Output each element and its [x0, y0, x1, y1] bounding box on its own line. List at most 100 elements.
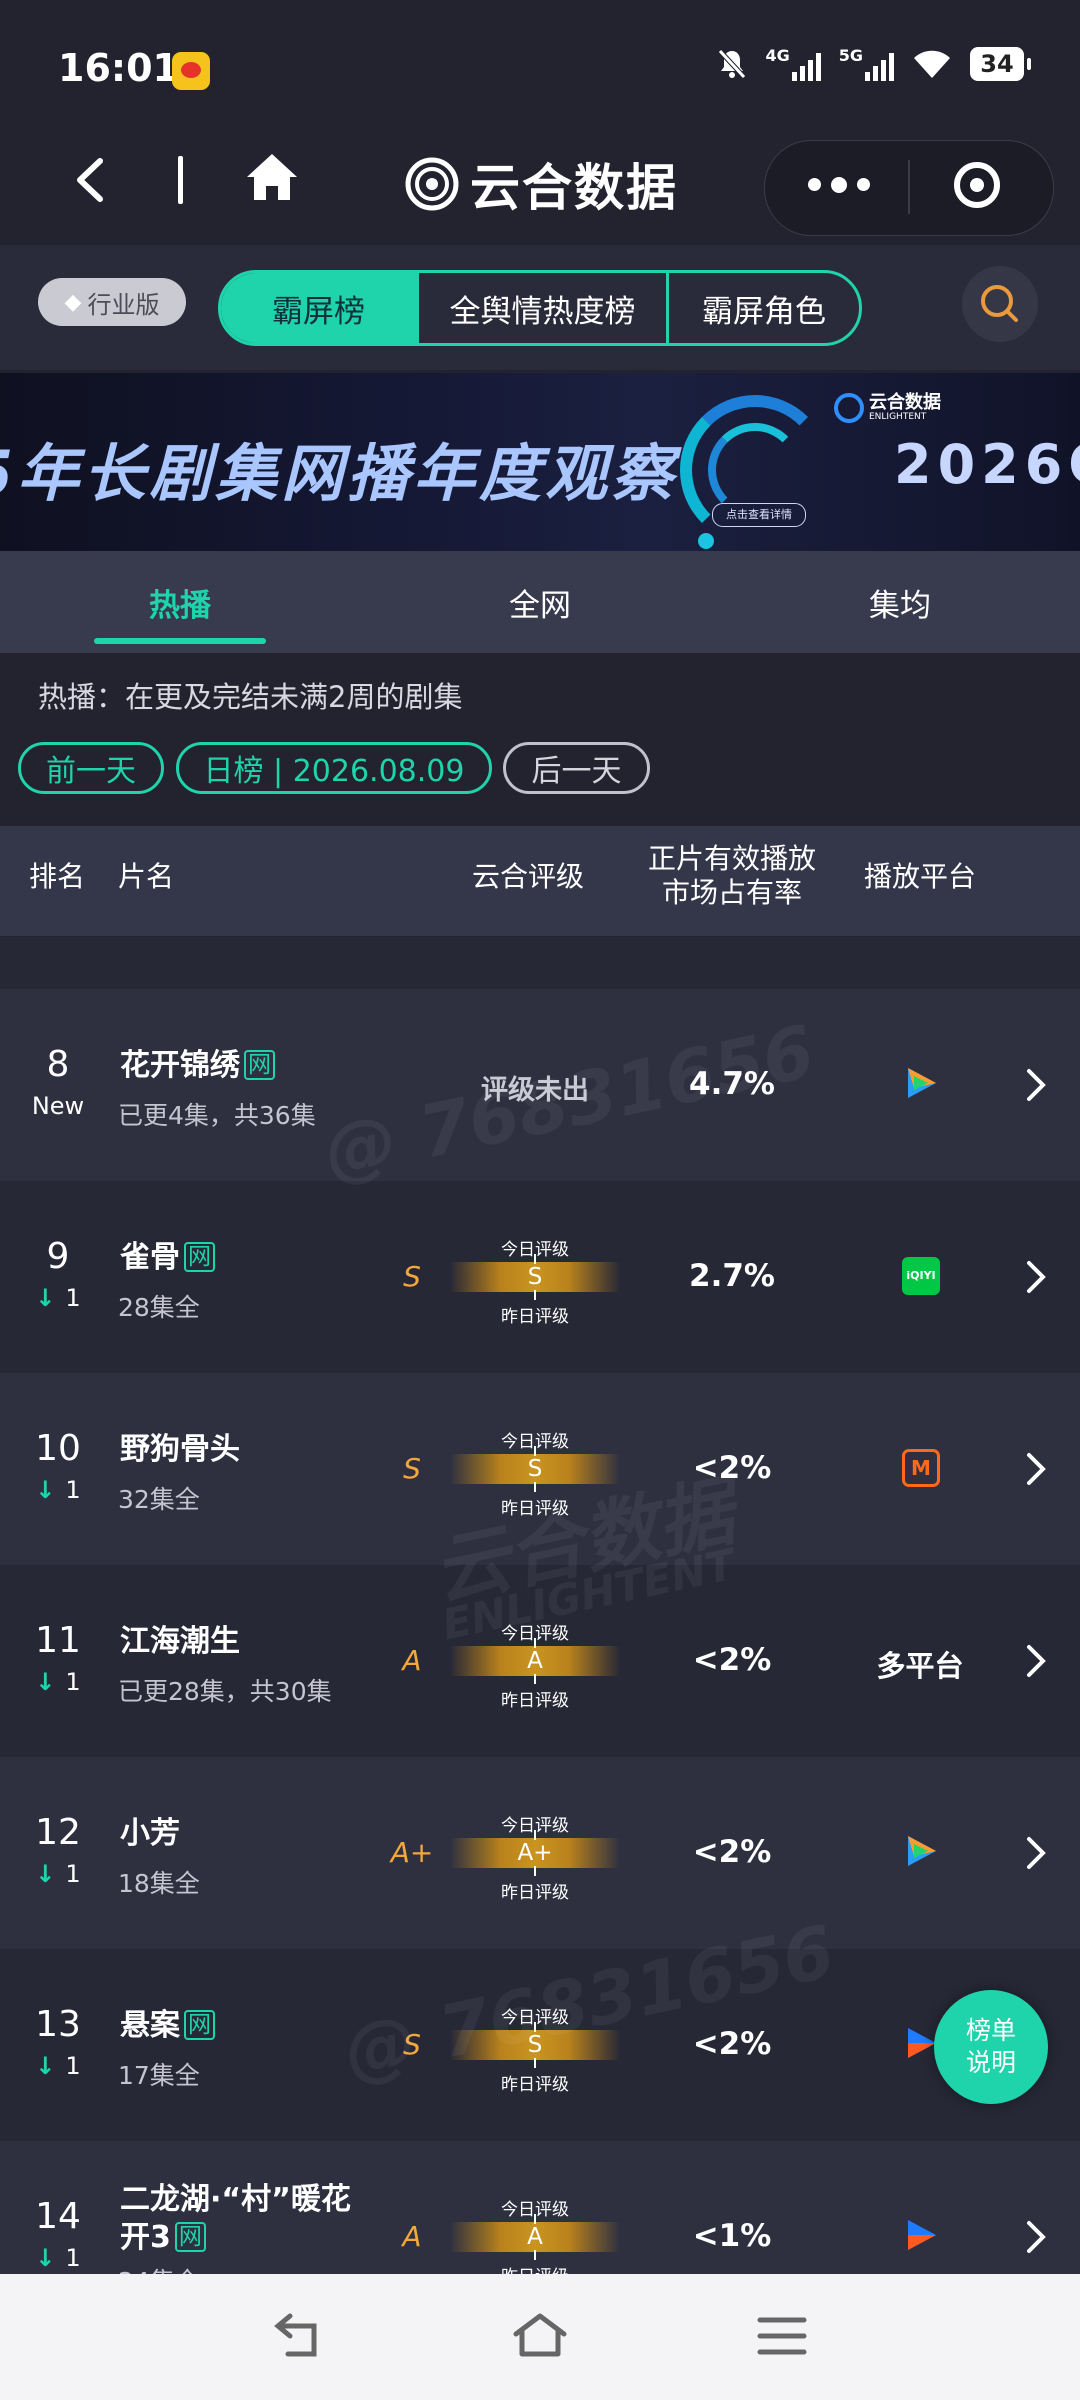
menu-nav-icon[interactable]: [756, 2312, 808, 2360]
row-grade-yesterday: S: [403, 1452, 421, 1485]
banner-logo-icon: [834, 393, 864, 423]
row-rank-change-value: 1: [65, 1668, 81, 1696]
arrow-down-icon: ↓: [35, 2052, 56, 2080]
header-grade: 云合评级: [471, 860, 584, 893]
row-title[interactable]: 雀骨网: [120, 1232, 215, 1276]
weibo-notification-icon: [172, 52, 210, 90]
row-market-share: <2%: [692, 1834, 772, 1870]
chevron-right-icon[interactable]: [1024, 1643, 1048, 1679]
banner-logo-cn: 云合数据: [869, 392, 941, 413]
chevron-right-icon[interactable]: [1024, 1451, 1048, 1487]
ranking-type-tabs: 霸屏榜 全舆情热度榜 霸屏角色: [218, 270, 862, 346]
web-drama-badge: 网: [184, 2010, 215, 2040]
row-rank-change: ↓ 1: [0, 2244, 116, 2272]
industry-edition-label: 行业版: [87, 290, 160, 319]
chevron-right-icon[interactable]: [1024, 1835, 1048, 1871]
grade-yesterday-label: 昨日评级: [501, 2075, 569, 2095]
arrow-down-icon: ↓: [35, 1476, 56, 1504]
row-grade-today: A+: [517, 1840, 553, 1866]
brand-name: 云合数据: [470, 159, 678, 217]
search-button[interactable]: [962, 266, 1038, 342]
banner-details-button[interactable]: 点击查看详情: [712, 503, 806, 527]
row-grade-yesterday: A+: [390, 1836, 434, 1869]
row-rank: 10: [35, 1428, 81, 1469]
header-share-line2: 市场占有率: [661, 876, 802, 909]
grade-yesterday-label: 昨日评级: [501, 1307, 569, 1327]
row-title[interactable]: 小芳: [120, 1808, 180, 1852]
row-title[interactable]: 野狗骨头: [120, 1424, 240, 1468]
status-time: 16:01: [58, 46, 179, 90]
back-arrow-icon[interactable]: [70, 155, 110, 205]
arrow-down-icon: ↓: [35, 1284, 56, 1312]
prev-day-button[interactable]: 前一天: [18, 742, 164, 794]
banner-year: 2026Q: [894, 433, 1080, 496]
chevron-right-icon[interactable]: [1024, 1259, 1048, 1295]
row-rank-change-value: 1: [65, 1860, 81, 1888]
row-grade-yesterday: A: [402, 2220, 422, 2253]
wifi-icon: [914, 50, 950, 78]
industry-edition-badge[interactable]: ◆ 行业版: [38, 278, 186, 326]
row-market-share: <2%: [692, 2026, 772, 2062]
row-title-text: 悬案: [120, 2008, 180, 2043]
row-market-share: <1%: [692, 2218, 772, 2254]
header-rank: 排名: [28, 860, 85, 893]
diamond-icon: ◆: [64, 289, 82, 315]
row-title[interactable]: 花开锦绣网: [120, 1040, 275, 1084]
row-rank-change-value: 1: [65, 1284, 81, 1312]
chevron-right-icon[interactable]: [1024, 1067, 1048, 1103]
row-episodes: 已更4集，共36集: [118, 1101, 316, 1130]
row-episodes: 18集全: [118, 1869, 200, 1898]
row-rank: 14: [35, 2196, 81, 2237]
web-drama-badge: 网: [174, 2222, 206, 2252]
header-share-line1: 正片有效播放: [647, 842, 816, 875]
home-nav-icon[interactable]: [510, 2310, 570, 2362]
row-rank-change-value: 1: [65, 2244, 81, 2272]
row-grade-today: A: [527, 1648, 543, 1674]
network-5g-label: 5G: [838, 46, 863, 65]
ranking-description: 热播：在更及完结未满2周的剧集: [38, 680, 463, 714]
promo-banner[interactable]: 5年长剧集网播年度观察 点击查看详情 云合数据 ENLIGHTENT 2026Q: [0, 373, 1080, 551]
subtab-all-network[interactable]: 全网: [360, 551, 720, 653]
row-rank-change: New: [31, 1092, 85, 1120]
row-rank-change-value: 1: [65, 2052, 81, 2080]
ranking-explanation-button[interactable]: 榜单 说明: [934, 1990, 1048, 2104]
arrow-down-icon: ↓: [35, 2244, 56, 2272]
subtab-per-episode[interactable]: 集均: [720, 551, 1080, 653]
row-title[interactable]: 江海潮生: [120, 1616, 240, 1660]
next-day-button[interactable]: 后一天: [503, 742, 650, 794]
row-grade-yesterday: S: [403, 1260, 421, 1293]
youku-icon: [908, 2220, 936, 2250]
tab-public-opinion-heat[interactable]: 全舆情热度榜: [416, 273, 666, 343]
row-rank-change: ↓ 1: [0, 1668, 116, 1696]
more-options-icon[interactable]: [808, 177, 870, 193]
home-icon[interactable]: [244, 150, 300, 204]
back-nav-icon[interactable]: [272, 2310, 328, 2362]
arrow-down-icon: ↓: [35, 1668, 56, 1696]
row-rank-change-value: 1: [65, 1476, 81, 1504]
chevron-right-icon[interactable]: [1024, 2219, 1048, 2255]
row-rank: 12: [35, 1812, 81, 1853]
row-title-line2[interactable]: 开3 网: [120, 2212, 206, 2256]
fab-line2: 说明: [965, 2048, 1016, 2077]
system-icons: 4G 5G 34: [717, 46, 1031, 81]
row-grade-today: S: [527, 1264, 543, 1290]
row-rank-change: ↓ 1: [0, 2052, 116, 2080]
row-title[interactable]: 悬案网: [120, 2000, 215, 2044]
row-title-text: 花开锦绣: [120, 1048, 240, 1083]
tab-top-roles[interactable]: 霸屏角色: [666, 273, 859, 343]
header-platform: 播放平台: [863, 860, 976, 893]
current-date-selector[interactable]: 日榜 | 2026.08.09: [176, 742, 492, 794]
grade-yesterday-label: 昨日评级: [501, 1691, 569, 1711]
row-grade-bar: S: [450, 1254, 620, 1300]
row-market-share: 2.7%: [689, 1258, 775, 1294]
nav-divider: [178, 156, 183, 204]
row-grade-bar: A: [450, 2214, 620, 2260]
arrow-down-icon: ↓: [35, 1860, 56, 1888]
banner-logo-en: ENLIGHTENT: [869, 412, 927, 422]
row-rank-change: ↓ 1: [0, 1476, 116, 1504]
row-episodes: 17集全: [118, 2061, 200, 2090]
row-rank: 9: [46, 1236, 70, 1277]
tab-screen-domination[interactable]: 霸屏榜: [221, 273, 416, 343]
row-episodes: 已更28集，共30集: [118, 1677, 332, 1706]
close-miniapp-icon[interactable]: [954, 162, 1000, 208]
